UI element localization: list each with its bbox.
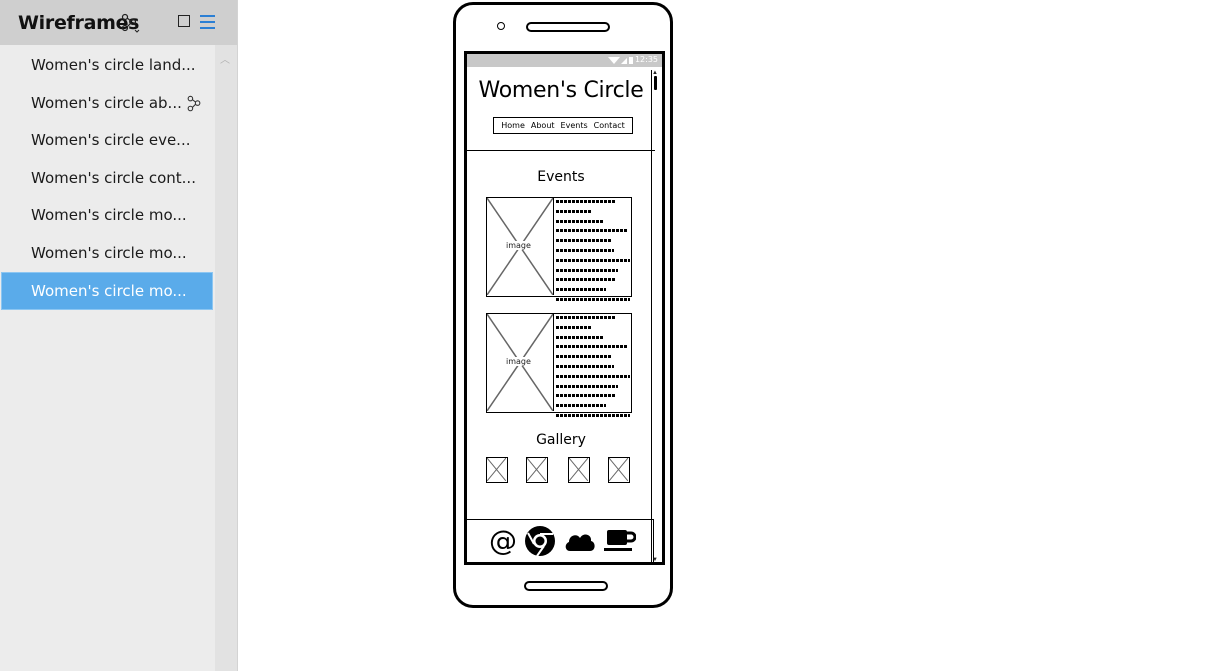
panel-scrollbar[interactable]: ︿: [215, 45, 237, 671]
square-icon[interactable]: [178, 15, 190, 27]
status-time: 12:35: [634, 55, 658, 64]
nav-events[interactable]: Events: [561, 121, 588, 130]
gallery-thumb[interactable]: [486, 457, 508, 483]
wireframe-item-label: Women's circle ab...: [31, 93, 182, 112]
branch-icon[interactable]: [120, 13, 140, 33]
event-card[interactable]: image: [486, 313, 632, 417]
speaker-slot: [526, 22, 610, 32]
wireframe-item[interactable]: Women's circle eve...: [0, 122, 214, 160]
wireframe-item[interactable]: Women's circle land...: [0, 47, 214, 85]
event-text-block: [556, 200, 630, 301]
wireframes-panel: Wireframes Women's circle land... Women'…: [0, 0, 238, 671]
status-bar: 12:35: [467, 54, 662, 67]
list-icon[interactable]: [200, 15, 215, 29]
wireframe-item[interactable]: Women's circle mo...: [0, 197, 214, 235]
phone-screen: 12:35 Women's Circle Home About Events C…: [464, 51, 665, 565]
screen-scrollbar[interactable]: ▲ ▼: [651, 70, 660, 562]
coffee-icon[interactable]: [604, 529, 636, 555]
wireframe-item[interactable]: Women's circle mo...: [0, 235, 214, 273]
panel-header: Wireframes: [0, 0, 237, 45]
chrome-icon[interactable]: [524, 525, 556, 557]
wireframe-item-label: Women's circle mo...: [31, 206, 187, 224]
nav-home[interactable]: Home: [501, 121, 525, 130]
wireframe-item-label: Women's circle eve...: [31, 131, 191, 149]
wireframe-item[interactable]: Women's circle ab...: [0, 85, 214, 123]
wireframe-item[interactable]: Women's circle cont...: [0, 160, 214, 198]
gallery-heading: Gallery: [536, 432, 586, 448]
wireframe-list: Women's circle land... Women's circle ab…: [0, 47, 214, 310]
app-title: Women's Circle: [478, 78, 644, 103]
at-icon[interactable]: @: [489, 526, 517, 556]
image-placeholder: image: [487, 314, 554, 411]
camera-icon: [497, 22, 505, 30]
image-placeholder: image: [487, 198, 554, 295]
wireframe-item-label: Women's circle land...: [31, 56, 196, 74]
wireframe-item-label: Women's circle mo...: [31, 282, 187, 300]
scroll-up-icon[interactable]: ︿: [220, 51, 230, 66]
event-card[interactable]: image: [486, 197, 632, 301]
nav-contact[interactable]: Contact: [594, 121, 625, 130]
nav-about[interactable]: About: [531, 121, 555, 130]
event-text-block: [556, 316, 630, 417]
wireframe-item-label: Women's circle cont...: [31, 168, 196, 187]
events-heading: Events: [537, 169, 585, 185]
gallery-thumb[interactable]: [608, 457, 630, 483]
header-divider: [467, 150, 655, 151]
home-button: [524, 581, 608, 591]
scroll-down-icon[interactable]: ▼: [652, 557, 658, 562]
wireframe-item-selected[interactable]: Women's circle mo...: [1, 272, 213, 310]
phone-mockup[interactable]: 12:35 Women's Circle Home About Events C…: [453, 2, 673, 608]
cloud-icon[interactable]: [564, 529, 596, 553]
image-label: image: [505, 241, 532, 250]
gallery-thumb[interactable]: [526, 457, 548, 483]
gallery-thumb[interactable]: [568, 457, 590, 483]
nav-bar: Home About Events Contact: [493, 117, 633, 134]
bottom-app-bar: @: [467, 519, 654, 562]
signal-battery-icon: [608, 57, 633, 64]
branch-icon[interactable]: [185, 95, 203, 113]
image-label: image: [505, 357, 532, 366]
scroll-thumb[interactable]: [654, 76, 657, 90]
wireframe-item-label: Women's circle mo...: [31, 243, 187, 262]
